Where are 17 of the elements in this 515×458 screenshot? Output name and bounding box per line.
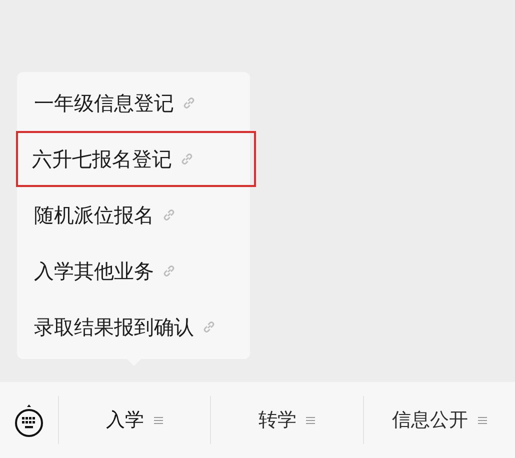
- link-icon: [180, 152, 194, 166]
- submenu-item[interactable]: 录取结果报到确认: [17, 299, 250, 355]
- submenu-item[interactable]: 一年级信息登记: [17, 75, 250, 131]
- menu-tab[interactable]: 信息公开: [362, 396, 515, 444]
- submenu-item[interactable]: 随机派位报名: [17, 187, 250, 243]
- menu-icon: [306, 416, 316, 424]
- menu-tab[interactable]: 转学: [210, 396, 363, 444]
- link-icon: [162, 208, 176, 222]
- submenu-item[interactable]: 六升七报名登记: [16, 131, 256, 187]
- keyboard-icon[interactable]: [14, 404, 44, 438]
- menu-icon: [154, 416, 164, 424]
- link-icon: [202, 320, 216, 334]
- menu-tab[interactable]: 入学: [58, 396, 210, 444]
- link-icon: [182, 96, 196, 110]
- submenu-item[interactable]: 入学其他业务: [17, 243, 250, 299]
- menu-icon: [478, 416, 487, 424]
- link-icon: [162, 264, 176, 278]
